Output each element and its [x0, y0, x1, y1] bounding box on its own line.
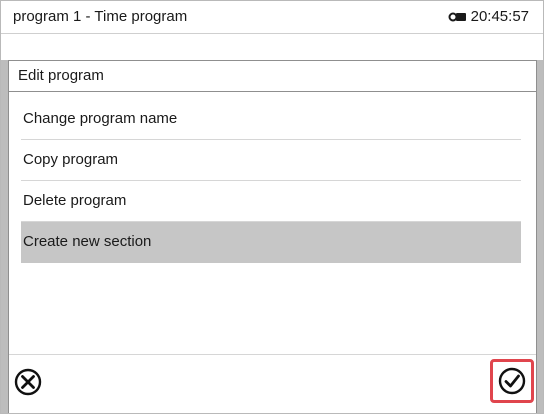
menu-item-delete-program[interactable]: Delete program [21, 181, 521, 222]
key-icon [448, 10, 468, 24]
menu-item-change-program-name[interactable]: Change program name [21, 99, 521, 140]
background-column-headers [1, 34, 543, 60]
menu-item-label: Create new section [23, 233, 152, 250]
page-title: program 1 - Time program [13, 8, 188, 25]
overlay-left [1, 60, 8, 354]
edit-program-dialog: Edit program Change program name Copy pr… [8, 60, 537, 413]
cancel-x-icon [14, 368, 42, 396]
menu-item-copy-program[interactable]: Copy program [21, 140, 521, 181]
top-bar: program 1 - Time program 20:45:57 [1, 1, 543, 34]
clock: 20:45:57 [448, 8, 529, 25]
menu-item-label: Delete program [23, 192, 127, 209]
confirm-button[interactable] [490, 359, 534, 403]
dialog-title: Edit program [18, 67, 104, 84]
dialog-footer [9, 354, 536, 413]
cancel-button[interactable] [13, 367, 43, 397]
dialog-title-bar: Edit program [9, 61, 536, 92]
menu-item-create-new-section[interactable]: Create new section [21, 222, 521, 263]
menu-item-label: Copy program [23, 151, 119, 168]
screen: program 1 - Time program 20:45:57 Edit p… [0, 0, 544, 414]
confirm-check-icon [498, 367, 526, 395]
menu-list: Change program name Copy program Delete … [21, 99, 521, 263]
time-value: 20:45:57 [470, 8, 529, 25]
menu-item-label: Change program name [23, 110, 178, 127]
overlay-right [537, 60, 543, 354]
